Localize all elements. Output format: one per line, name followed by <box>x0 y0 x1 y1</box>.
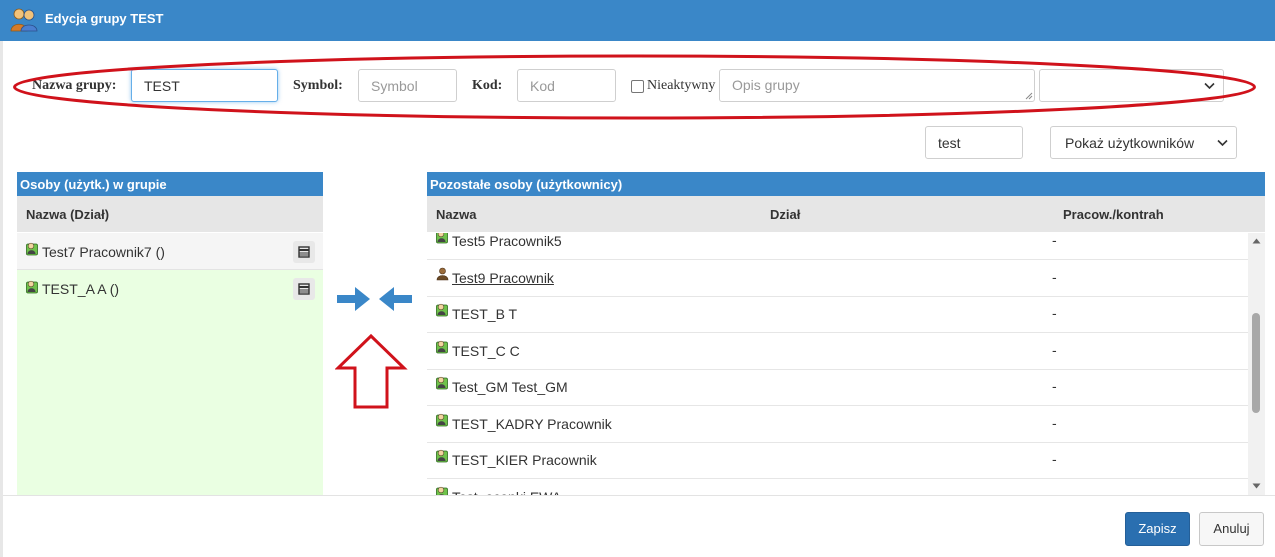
user-name: Test_GM Test_GM <box>452 379 568 395</box>
user-green-icon <box>436 233 448 244</box>
user-name: TEST_C C <box>452 342 520 359</box>
user-type: - <box>1052 305 1057 321</box>
user-green-icon <box>436 486 448 495</box>
calendar-icon <box>298 283 310 295</box>
arrow-left-icon[interactable] <box>379 287 412 311</box>
user-brown-icon <box>436 267 449 280</box>
user-green-icon <box>436 303 448 317</box>
user-type: - <box>1052 378 1057 394</box>
other-users-column-header: Nazwa Dział Pracow./kontrah <box>427 196 1265 232</box>
arrow-right-icon[interactable] <box>337 287 370 311</box>
user-search-input[interactable] <box>925 126 1023 159</box>
user-green-icon <box>436 340 448 353</box>
scrollbar[interactable] <box>1248 233 1265 495</box>
resize-grip-icon[interactable] <box>1025 92 1033 100</box>
user-type: - <box>1052 341 1057 358</box>
users-group-icon <box>10 8 38 32</box>
footer-divider <box>3 495 1275 496</box>
column-department[interactable]: Dział <box>770 207 800 222</box>
user-name: Test5 Pracownik5 <box>452 233 562 249</box>
calendar-button[interactable] <box>293 241 315 263</box>
group-name-input[interactable] <box>131 69 278 102</box>
other-users-panel-title: Pozostałe osoby (użytkownicy) <box>427 172 1265 196</box>
kod-input[interactable] <box>517 69 616 102</box>
column-name-dept: Nazwa (Dział) <box>26 207 110 222</box>
column-name[interactable]: Nazwa <box>436 207 476 222</box>
inactive-checkbox[interactable] <box>631 79 644 93</box>
group-members-column-header[interactable]: Nazwa (Dział) <box>17 196 323 232</box>
calendar-icon <box>298 246 310 258</box>
scrollbar-thumb[interactable] <box>1252 313 1260 413</box>
window-edge <box>0 41 3 557</box>
group-members-list: Test7 Pracownik7 () TEST_A A () <box>17 233 323 495</box>
table-row[interactable]: Test9 Pracownik - <box>427 260 1248 297</box>
chevron-down-icon <box>1204 82 1215 90</box>
save-button[interactable]: Zapisz <box>1125 512 1190 546</box>
user-green-icon <box>436 449 448 463</box>
show-users-select[interactable]: Pokaż użytkowników <box>1050 126 1237 159</box>
user-green-icon <box>436 413 448 426</box>
user-type: - <box>1052 451 1057 467</box>
member-name: Test7 Pracownik7 () <box>42 244 165 260</box>
scroll-up-icon[interactable] <box>1252 238 1261 244</box>
chevron-down-icon <box>1217 139 1228 147</box>
inactive-label: Nieaktywny <box>647 78 716 93</box>
user-name[interactable]: Test9 Pracownik <box>452 270 554 286</box>
group-name-label: Nazwa grupy: <box>32 78 117 93</box>
user-type: - <box>1052 414 1057 431</box>
group-members-panel-title: Osoby (użytk.) w grupie <box>17 172 323 196</box>
list-item[interactable]: TEST_A A () <box>17 271 323 308</box>
kod-label: Kod: <box>472 78 503 93</box>
table-row[interactable]: Test_GM Test_GM - <box>427 369 1248 406</box>
symbol-label: Symbol: <box>293 78 343 93</box>
scroll-down-icon[interactable] <box>1252 483 1261 489</box>
description-textarea[interactable] <box>719 69 1035 102</box>
inactive-checkbox-group[interactable]: Nieaktywny <box>631 78 715 94</box>
table-row[interactable]: TEST_C C - <box>427 333 1248 370</box>
other-users-list: Test5 Pracownik5- Test9 Pracownik - TEST_B … <box>427 233 1248 495</box>
user-name: TEST_KADRY Pracownik <box>452 415 612 432</box>
user-name: TEST_KIER Pracownik <box>452 452 597 468</box>
user-type: - <box>1052 268 1057 285</box>
table-row[interactable]: TEST_KIER Pracownik - <box>427 442 1248 479</box>
table-row[interactable]: Test_ocenki EWA <box>427 479 1248 495</box>
table-row[interactable]: TEST_KADRY Pracownik - <box>427 406 1248 443</box>
calendar-button[interactable] <box>293 278 315 300</box>
table-row[interactable]: Test5 Pracownik5 - <box>427 233 1248 260</box>
group-extra-select[interactable] <box>1039 69 1224 102</box>
list-item[interactable]: Test7 Pracownik7 () <box>17 233 323 270</box>
user-green-icon <box>26 242 38 256</box>
member-name: TEST_A A () <box>42 281 120 297</box>
show-users-select-value: Pokaż użytkowników <box>1065 135 1195 151</box>
symbol-input[interactable] <box>358 69 457 102</box>
dialog-title: Edycja grupy TEST <box>45 11 164 26</box>
user-type: - <box>1052 233 1057 248</box>
transfer-arrows <box>335 287 412 409</box>
user-green-icon <box>436 376 448 390</box>
dialog-titlebar: Edycja grupy TEST <box>0 0 1275 41</box>
annotation-arrow-up-icon <box>335 333 408 409</box>
table-row[interactable]: TEST_B T - <box>427 296 1248 333</box>
user-green-icon <box>26 280 38 294</box>
cancel-button[interactable]: Anuluj <box>1199 512 1264 546</box>
user-name: TEST_B T <box>452 306 518 322</box>
column-employee-contractor[interactable]: Pracow./kontrah <box>1063 207 1164 222</box>
